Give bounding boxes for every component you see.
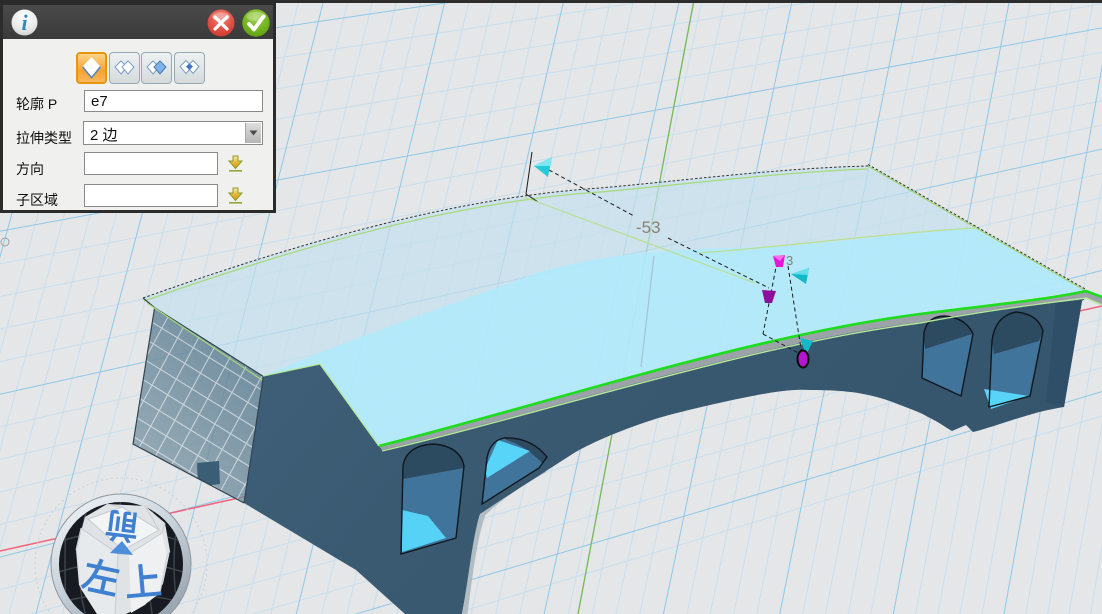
- svg-text:上: 上: [123, 560, 163, 604]
- svg-text:3: 3: [786, 253, 793, 268]
- svg-text:前: 前: [103, 505, 140, 546]
- svg-text:i: i: [21, 10, 28, 35]
- svg-text:-53: -53: [636, 218, 661, 237]
